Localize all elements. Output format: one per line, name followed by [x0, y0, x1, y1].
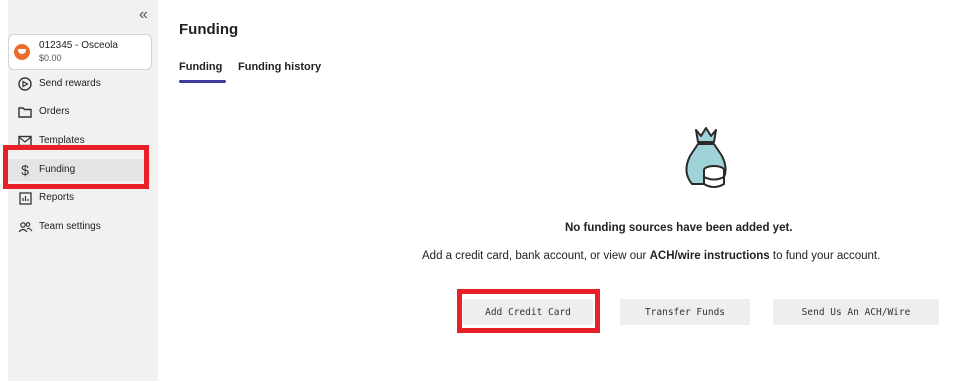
ach-wire-instructions-link[interactable]: ACH/wire instructions [650, 250, 770, 262]
account-name: 012345 - Osceola [39, 40, 118, 51]
sidebar-item-label: Templates [39, 135, 85, 146]
sidebar-item-reports[interactable]: Reports [8, 187, 150, 209]
dollar-icon: $ [21, 162, 29, 178]
transfer-funds-button[interactable]: Transfer Funds [620, 299, 750, 325]
sidebar-item-team-settings[interactable]: Team settings [8, 216, 150, 238]
sidebar-item-label: Send rewards [39, 78, 101, 89]
money-bag-icon [676, 120, 736, 194]
add-credit-card-button[interactable]: Add Credit Card [463, 299, 593, 325]
sidebar-item-templates[interactable]: Templates [8, 130, 150, 152]
desc-text-end: to fund your account. [769, 250, 881, 262]
empty-state-description: Add a credit card, bank account, or view… [422, 250, 975, 262]
sidebar-item-funding[interactable]: $ Funding [8, 159, 150, 181]
sidebar-item-label: Team settings [39, 221, 101, 232]
chart-icon [17, 190, 33, 206]
sidebar-item-label: Orders [39, 106, 70, 117]
account-avatar-icon [14, 44, 30, 60]
sidebar: « 012345 - Osceola $0.00 Send rewards Or… [8, 0, 158, 381]
send-ach-wire-button[interactable]: Send Us An ACH/Wire [773, 299, 939, 325]
sidebar-item-label: Funding [39, 164, 76, 175]
empty-state-title: No funding sources have been added yet. [565, 222, 793, 234]
sidebar-item-send-rewards[interactable]: Send rewards [8, 73, 150, 95]
account-balance: $0.00 [39, 53, 62, 63]
collapse-sidebar-icon[interactable]: « [139, 7, 148, 23]
desc-text-start: Add a credit card, bank account, or view… [422, 250, 650, 262]
account-switcher[interactable]: 012345 - Osceola $0.00 [8, 34, 152, 70]
folder-icon [17, 104, 33, 120]
sidebar-item-label: Reports [39, 192, 75, 203]
active-tab-indicator [179, 80, 226, 83]
page-title: Funding [179, 21, 239, 38]
send-icon [17, 76, 33, 92]
tab-funding[interactable]: Funding [179, 61, 222, 73]
tab-funding-history[interactable]: Funding history [238, 61, 321, 73]
sidebar-item-orders[interactable]: Orders [8, 101, 150, 123]
team-icon [17, 219, 33, 235]
mail-icon [17, 133, 33, 149]
